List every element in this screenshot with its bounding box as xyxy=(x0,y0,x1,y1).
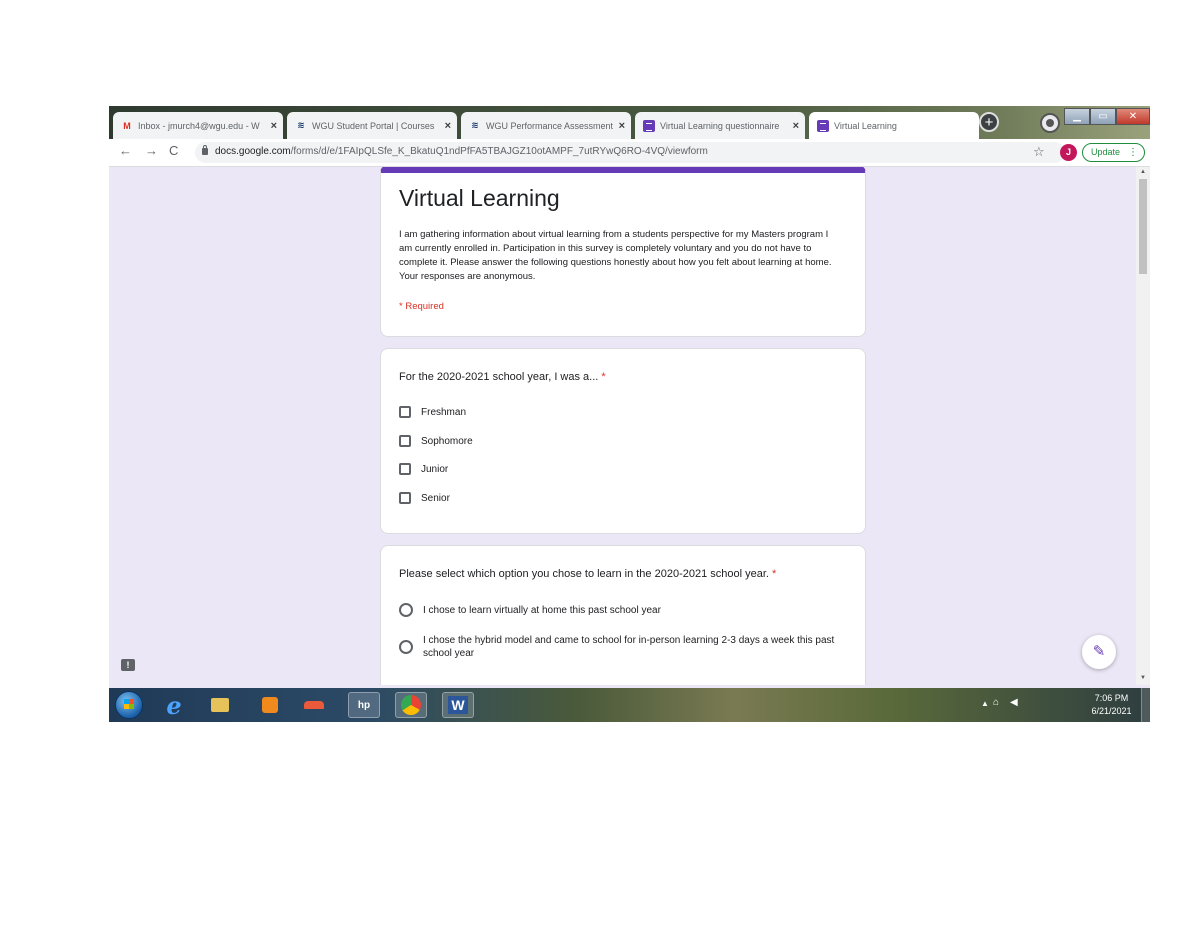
radio-option-virtual[interactable]: I chose to learn virtually at home this … xyxy=(399,603,661,617)
question-card-learning-option: Please select which option you chose to … xyxy=(380,545,866,685)
avatar[interactable]: J xyxy=(1060,144,1077,161)
checkbox[interactable] xyxy=(399,463,411,475)
tab-title: WGU Student Portal | Courses xyxy=(312,120,435,131)
forms-icon xyxy=(817,119,829,132)
radio-option-hybrid[interactable]: I chose the hybrid model and came to sch… xyxy=(399,634,839,660)
show-desktop-button[interactable] xyxy=(1141,688,1150,722)
tab-gmail-inbox[interactable]: M Inbox - jmurch4@wgu.edu - W × xyxy=(113,112,283,139)
lock-icon xyxy=(202,145,208,155)
form-header-card: Virtual Learning I am gathering informat… xyxy=(380,167,866,337)
tab-title: Virtual Learning xyxy=(834,120,897,131)
file-explorer-icon[interactable] xyxy=(207,692,233,718)
edit-pencil-icon[interactable]: ✎ xyxy=(1082,635,1116,669)
url-domain: docs.google.com xyxy=(215,146,291,157)
scroll-down-icon[interactable]: ▼ xyxy=(1140,675,1146,681)
hp-app-icon[interactable]: hp xyxy=(348,692,380,718)
back-arrow-icon[interactable]: ← xyxy=(119,143,132,158)
update-label: Update xyxy=(1091,147,1121,157)
close-icon[interactable]: × xyxy=(271,120,277,132)
checkbox-option-senior[interactable]: Senior xyxy=(399,492,450,504)
tab-wgu-student-portal[interactable]: ≋ WGU Student Portal | Courses × xyxy=(287,112,457,139)
internet-explorer-icon[interactable]: e xyxy=(161,691,187,720)
forms-icon xyxy=(643,119,655,132)
option-label: Sophomore xyxy=(421,435,473,447)
checkbox-option-freshman[interactable]: Freshman xyxy=(399,406,466,418)
radio-button[interactable] xyxy=(399,603,413,617)
close-icon[interactable]: × xyxy=(619,120,625,132)
chrome-icon[interactable] xyxy=(395,692,427,718)
wgu-icon: ≋ xyxy=(297,120,305,130)
checkbox[interactable] xyxy=(399,492,411,504)
gmail-icon: M xyxy=(123,120,131,131)
checkbox[interactable] xyxy=(399,435,411,447)
radio-button[interactable] xyxy=(399,640,413,654)
browser-toolbar: ← → C docs.google.com/forms/d/e/1FAIpQLS… xyxy=(109,139,1150,167)
question-card-grade: For the 2020-2021 school year, I was a..… xyxy=(380,348,866,534)
form-title: Virtual Learning xyxy=(399,185,560,211)
address-bar[interactable]: docs.google.com/forms/d/e/1FAIpQLSfe_K_B… xyxy=(195,142,1065,163)
word-icon[interactable]: W xyxy=(442,692,474,718)
tab-title: Virtual Learning questionnaire xyxy=(660,120,780,131)
scroll-thumb[interactable] xyxy=(1139,179,1147,274)
word-letter: W xyxy=(448,696,468,714)
close-icon[interactable]: × xyxy=(959,116,966,130)
required-asterisk: * xyxy=(772,568,777,580)
scroll-up-icon[interactable]: ▲ xyxy=(1140,169,1146,175)
option-label: Freshman xyxy=(421,406,467,418)
checkbox-option-sophomore[interactable]: Sophomore xyxy=(399,435,473,447)
option-label: I chose the hybrid model and came to sch… xyxy=(423,635,835,659)
network-icon[interactable]: ⌂ xyxy=(993,697,999,708)
url-text[interactable]: docs.google.com/forms/d/e/1FAIpQLSfe_K_B… xyxy=(215,146,708,157)
tab-virtual-learning-questionnaire[interactable]: Virtual Learning questionnaire × xyxy=(635,112,805,139)
scrollbar[interactable]: ▲ ▼ xyxy=(1136,167,1150,685)
window-close-button[interactable]: ✕ xyxy=(1116,108,1150,125)
tab-wgu-performance-assessment[interactable]: ≋ WGU Performance Assessment × xyxy=(461,112,631,139)
tray-expand-icon[interactable]: ▲ xyxy=(981,699,989,708)
wgu-icon: ≋ xyxy=(471,120,479,130)
question-text: Please select which option you chose to … xyxy=(399,568,769,580)
more-vert-icon: ⋮ xyxy=(1128,147,1138,158)
option-label: Senior xyxy=(421,492,450,504)
form-description: I am gathering information about virtual… xyxy=(399,229,832,282)
url-path: /forms/d/e/1FAIpQLSfe_K_BkatuQ1ndPfFA5TB… xyxy=(290,146,708,157)
option-label: Junior xyxy=(421,463,449,475)
form-page: Virtual Learning I am gathering informat… xyxy=(109,167,1150,685)
option-label: I chose to learn virtually at home this … xyxy=(423,604,661,616)
reload-icon[interactable]: C xyxy=(169,143,178,158)
window-maximize-button[interactable]: ▭ xyxy=(1090,108,1116,125)
volume-icon[interactable]: ◀ xyxy=(1010,697,1018,708)
checkbox-option-junior[interactable]: Junior xyxy=(399,463,448,475)
bookmark-star-icon[interactable]: ☆ xyxy=(1033,144,1045,160)
tab-title: WGU Performance Assessment xyxy=(486,120,614,131)
feedback-icon[interactable]: ! xyxy=(121,659,135,671)
forward-arrow-icon[interactable]: → xyxy=(145,143,158,158)
screenshot-frame: M Inbox - jmurch4@wgu.edu - W × ≋ WGU St… xyxy=(109,106,1150,722)
question-text: For the 2020-2021 school year, I was a..… xyxy=(399,371,599,383)
media-player-icon[interactable] xyxy=(257,692,283,718)
tab-virtual-learning[interactable]: Virtual Learning xyxy=(809,112,979,139)
clock-time[interactable]: 7:06 PM xyxy=(1084,693,1139,703)
windows-taskbar: e hp W ▲ ⌂ ◀ 7:06 PM 6/21/2021 xyxy=(109,688,1150,722)
close-icon[interactable]: × xyxy=(445,120,451,132)
new-tab-plus-icon[interactable]: + xyxy=(979,112,999,132)
checkbox[interactable] xyxy=(399,406,411,418)
paint-icon[interactable] xyxy=(301,692,327,718)
update-button[interactable]: Update ⋮ xyxy=(1082,143,1145,162)
chrome-profile-icon[interactable] xyxy=(1040,113,1060,133)
tab-title: Inbox - jmurch4@wgu.edu - W xyxy=(138,120,260,131)
clock-date[interactable]: 6/21/2021 xyxy=(1084,706,1139,716)
question-title: For the 2020-2021 school year, I was a..… xyxy=(399,371,606,383)
close-icon[interactable]: × xyxy=(793,120,799,132)
browser-tab-strip: M Inbox - jmurch4@wgu.edu - W × ≋ WGU St… xyxy=(109,106,1150,139)
window-minimize-button[interactable]: ▁ xyxy=(1064,108,1090,125)
question-title: Please select which option you chose to … xyxy=(399,568,776,580)
required-asterisk: * xyxy=(601,371,606,383)
windows-start-icon[interactable] xyxy=(115,691,143,719)
required-note: * Required xyxy=(399,301,444,312)
